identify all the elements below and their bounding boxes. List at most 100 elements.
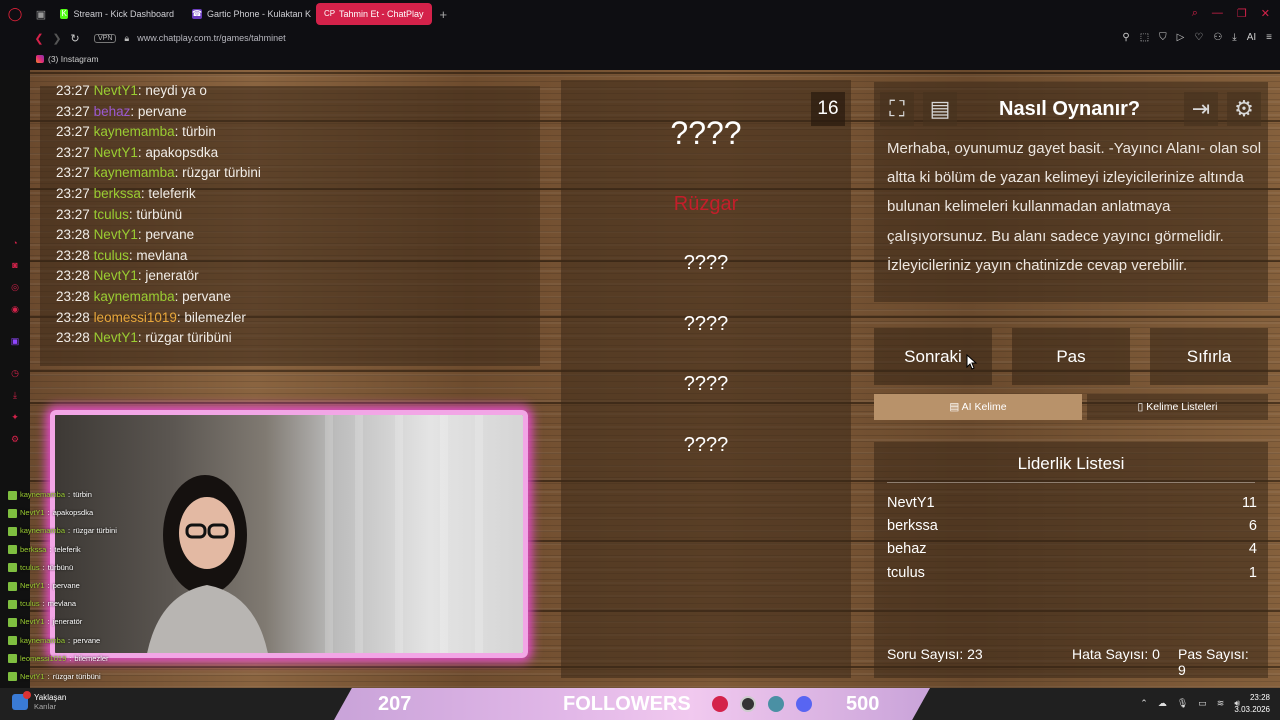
sidebar-messenger-icon[interactable]: ◎ (10, 282, 20, 292)
bookmark-instagram[interactable]: (3) Instagram (36, 54, 99, 64)
close-button[interactable]: ✕ (1261, 7, 1270, 20)
app-taskbar-icon[interactable] (768, 696, 784, 712)
chat-message: 23:27 behaz: pervane (56, 103, 187, 119)
sidebar-twitch-icon[interactable]: ▣ (10, 336, 20, 346)
bookmark-label: (3) Instagram (48, 54, 99, 64)
back-button[interactable]: ❮ (30, 32, 48, 45)
vpn-badge[interactable]: VPN (94, 33, 117, 43)
forward-button[interactable]: ❯ (48, 32, 66, 45)
document-icon[interactable]: ▤ (923, 92, 957, 126)
chat-username: NevtY1 (93, 330, 138, 346)
network-icon[interactable]: ☁ (1158, 698, 1167, 709)
tab-label: Tahmin Et - ChatPlay (339, 9, 424, 19)
weather-title: Yaklaşan (34, 693, 67, 702)
chat-username: NevtY1 (93, 268, 138, 284)
pass-button[interactable]: Pas (1012, 328, 1130, 385)
gear-icon[interactable]: ⚙ (1227, 92, 1261, 126)
notebook-icon: ▯ (1137, 401, 1147, 413)
leaderboard-panel: Liderlik Listesi NevtY1 11 berkssa 6 behaz 4 t… (874, 442, 1268, 678)
leaderboard-score: 6 (1248, 518, 1257, 535)
sidebar-download-icon[interactable]: ⤓ (10, 390, 20, 400)
sidebar-bag-icon[interactable]: ◙ (10, 260, 20, 270)
menu-icon[interactable]: ≡ (1266, 32, 1272, 43)
chat-time: 23:27 (56, 165, 90, 181)
overlay-text: rüzgar türbini (73, 526, 117, 536)
bookmark-pin-icon[interactable]: ⚲ (1122, 32, 1129, 43)
chat-text: bilemezler (184, 309, 246, 325)
opera-logo-icon[interactable]: ◯ (0, 6, 30, 22)
tab-favicon-icon: K (60, 9, 69, 19)
user-badge-icon (8, 526, 17, 536)
overlay-username: NevtY1 (20, 671, 45, 681)
tab-favicon-icon: CP (324, 9, 336, 19)
lock-icon[interactable]: 🔒︎ (124, 33, 129, 44)
overlay-text: rüzgar türibüni (52, 671, 101, 681)
user-badge-icon (8, 654, 17, 664)
overlay-chat-line: leomessi1019: bilemezler (8, 650, 128, 668)
tab-label: Gartic Phone - Kulaktan K (206, 9, 312, 19)
chat-message: 23:27 berkssa: teleferik (56, 185, 196, 201)
word-lists-button[interactable]: ▯ Kelime Listeleri (1087, 394, 1268, 420)
weather-widget[interactable]: Yaklaşan Karılar (12, 691, 67, 711)
leaderboard-score: 1 (1248, 564, 1257, 581)
opera-taskbar-icon[interactable] (712, 696, 728, 712)
chat-message: 23:28 NevtY1: rüzgar türibüni (56, 330, 232, 346)
heart-icon[interactable]: ♡ (1194, 32, 1203, 43)
new-tab-button[interactable]: + (440, 7, 448, 22)
maximize-button[interactable]: ❐ (1237, 7, 1247, 20)
browser-tab[interactable]: ☎ Gartic Phone - Kulaktan K (184, 3, 314, 25)
sidebar-history-icon[interactable]: ◷ (10, 368, 20, 378)
streamer-figure (147, 475, 268, 653)
clock[interactable]: 23:28 3.03.2026 (1234, 692, 1270, 716)
obs-taskbar-icon[interactable] (740, 696, 756, 712)
chat-time: 23:28 (56, 309, 90, 325)
wifi-icon[interactable]: ≋ (1217, 698, 1225, 709)
followers-goal: 500 (846, 693, 880, 715)
overlay-username: tculus (20, 599, 40, 609)
overlay-username: kaynemamba (20, 635, 66, 645)
ai-button[interactable]: AI (1247, 32, 1256, 43)
search-icon[interactable]: ⌕ (1192, 7, 1198, 20)
ai-word-label: AI Kelime (961, 401, 1007, 413)
reload-button[interactable]: ↻ (66, 32, 84, 45)
download-icon[interactable]: ⤓ (1232, 32, 1236, 43)
chat-message: 23:28 NevtY1: pervane (56, 227, 195, 243)
tab-menu-icon[interactable]: ▣ (30, 8, 52, 21)
instagram-icon (36, 55, 44, 63)
sidebar-whatsapp-icon[interactable]: ◉ (10, 304, 20, 314)
sidebar-extensions-icon[interactable]: ✦ (10, 412, 20, 422)
exit-icon[interactable]: ⇥ (1184, 92, 1218, 126)
reset-button[interactable]: Sıfırla (1150, 328, 1268, 385)
chat-username: tculus (93, 247, 129, 263)
chevron-up-icon[interactable]: ⌃ (1140, 698, 1148, 709)
snapshot-icon[interactable]: ⬚ (1140, 32, 1149, 43)
mic-icon[interactable]: 🎙︎ (1177, 698, 1188, 709)
url-field[interactable]: www.chatplay.com.tr/games/tahminet (137, 33, 285, 43)
shield-icon[interactable]: ⛉ (1159, 32, 1167, 43)
leaderboard-score: 11 (1241, 495, 1257, 511)
mouse-cursor-icon (966, 354, 978, 370)
how-to-play-text: Merhaba, oyunumuz gayet basit. -Yayıncı … (887, 140, 1262, 274)
chat-text: rüzgar türibüni (145, 330, 232, 346)
overlay-text: mevlana (47, 599, 77, 609)
overlay-username: berkssa (20, 544, 47, 554)
chat-time: 23:27 (56, 83, 90, 98)
forbidden-word-hidden: ???? (683, 373, 729, 395)
overlay-chat-line: kaynemamba: pervane (8, 632, 128, 650)
play-icon[interactable]: ▷ (1177, 32, 1185, 43)
browser-tab[interactable]: K Stream - Kick Dashboard (52, 3, 182, 25)
ai-word-button[interactable]: ▤ AI Kelime (874, 394, 1082, 420)
question-count: Soru Sayısı: 23 (887, 646, 983, 662)
browser-tab[interactable]: CP Tahmin Et - ChatPlay (316, 3, 432, 25)
chat-username: kaynemamba (93, 124, 175, 140)
sidebar-aria-icon[interactable]: ◔ (10, 238, 20, 248)
leaderboard-name: behaz (887, 541, 927, 558)
game-area: 23:27 NevtY1: neydi ya o 23:27 behaz: per… (30, 70, 1280, 688)
minimize-button[interactable]: — (1212, 7, 1223, 20)
display-icon[interactable]: ▭ (1198, 698, 1207, 709)
sidebar-settings-icon[interactable]: ⚙ (10, 434, 20, 444)
fullscreen-icon[interactable]: ⛶ (880, 92, 914, 126)
discord-taskbar-icon[interactable] (796, 696, 812, 712)
overlay-chat-line: NevtY1: jeneratör (8, 613, 128, 631)
profile-icon[interactable]: ⚇ (1213, 32, 1222, 43)
